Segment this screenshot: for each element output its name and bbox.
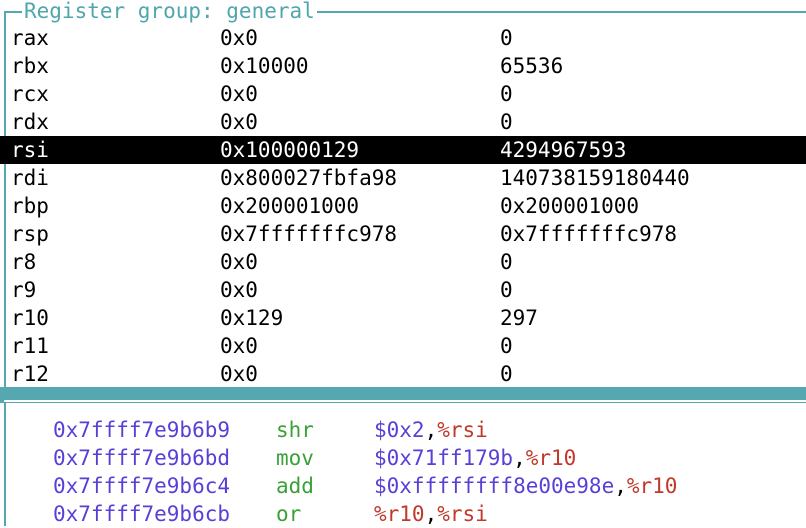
asm-instruction-row[interactable]: 0x7ffff7e9b6cb or %r10,%rsi bbox=[0, 500, 806, 528]
operand-immediate: $0x71ff179b bbox=[374, 446, 514, 470]
asm-instruction-row[interactable]: 0x7ffff7e9b6c4 add $0xffffffff8e00e98e,%r1… bbox=[0, 472, 806, 500]
operand-separator: , bbox=[614, 474, 627, 498]
register-name: r8 bbox=[11, 250, 37, 274]
asm-instruction-row[interactable]: 0x7ffff7e9b6b9 shr $0x2,%rsi bbox=[0, 416, 806, 444]
instruction-mnemonic: mov bbox=[276, 446, 314, 470]
instruction-mnemonic: or bbox=[276, 502, 302, 526]
register-name: rax bbox=[11, 26, 49, 50]
register-name: rbp bbox=[11, 194, 49, 218]
instruction-address: 0x7ffff7e9b6cb bbox=[53, 502, 231, 526]
register-table: rax 0x0 0 rbx 0x10000 65536 rcx 0x0 0 rdx 0x0 0 rsi 0… bbox=[0, 24, 806, 388]
register-hex-value: 0x0 bbox=[220, 110, 258, 134]
operand-immediate: $0x2 bbox=[374, 418, 425, 442]
register-hex-value: 0x0 bbox=[220, 334, 258, 358]
instruction-operands: %r10,%rsi bbox=[374, 500, 488, 528]
operand-register: %r10 bbox=[525, 446, 577, 470]
register-name: r12 bbox=[11, 362, 49, 386]
operand-register: %r10 bbox=[626, 474, 678, 498]
operand-register: %rsi bbox=[437, 418, 488, 442]
operand-separator: , bbox=[513, 446, 526, 470]
operand-separator: , bbox=[424, 418, 438, 442]
register-hex-value: 0x800027fbfa98 bbox=[220, 166, 398, 190]
register-natural-value: 140738159180440 bbox=[500, 166, 690, 190]
register-row[interactable]: rbp 0x200001000 0x200001000 bbox=[0, 192, 806, 220]
register-hex-value: 0x0 bbox=[220, 278, 258, 302]
register-natural-value: 0 bbox=[500, 334, 513, 358]
register-hex-value: 0x0 bbox=[220, 26, 258, 50]
register-natural-value: 0 bbox=[500, 278, 513, 302]
instruction-operands: $0x71ff179b,%r10 bbox=[374, 444, 576, 472]
register-hex-value: 0x7fffffffc978 bbox=[220, 222, 398, 246]
register-natural-value: 0x200001000 bbox=[500, 194, 640, 218]
register-hex-value: 0x200001000 bbox=[220, 194, 360, 218]
register-row[interactable]: rdx 0x0 0 bbox=[0, 108, 806, 136]
register-natural-value: 0 bbox=[500, 250, 513, 274]
register-name: r11 bbox=[11, 334, 49, 358]
register-natural-value: 0 bbox=[500, 110, 513, 134]
register-row[interactable]: rcx 0x0 0 bbox=[0, 80, 806, 108]
instruction-mnemonic: shr bbox=[276, 418, 314, 442]
register-name: rcx bbox=[11, 82, 49, 106]
operand-immediate: $0xffffffff8e00e98e bbox=[374, 474, 615, 498]
register-row[interactable]: r9 0x0 0 bbox=[0, 276, 806, 304]
register-natural-value: 297 bbox=[500, 306, 538, 330]
instruction-address: 0x7ffff7e9b6bd bbox=[53, 446, 231, 470]
separator-inner-line bbox=[4, 400, 806, 402]
register-row[interactable]: rdi 0x800027fbfa98 140738159180440 bbox=[0, 164, 806, 192]
instruction-operands: $0x2,%rsi bbox=[374, 416, 488, 444]
instruction-mnemonic: add bbox=[276, 474, 314, 498]
register-row-selected[interactable]: rsi 0x100000129 4294967593 bbox=[0, 136, 806, 164]
register-natural-value: 0 bbox=[500, 26, 513, 50]
register-name: rsi bbox=[11, 138, 49, 162]
register-hex-value: 0x0 bbox=[220, 82, 258, 106]
register-row[interactable]: rsp 0x7fffffffc978 0x7fffffffc978 bbox=[0, 220, 806, 248]
register-name: rsp bbox=[11, 222, 49, 246]
operand-register: %r10 bbox=[374, 502, 425, 526]
register-hex-value: 0x0 bbox=[220, 250, 258, 274]
register-row[interactable]: rax 0x0 0 bbox=[0, 24, 806, 52]
register-window-title: Register group: general bbox=[22, 0, 317, 23]
register-hex-value: 0x10000 bbox=[220, 54, 309, 78]
asm-instruction-row[interactable]: 0x7ffff7e9b6bd mov $0x71ff179b,%r10 bbox=[0, 444, 806, 472]
register-row[interactable]: r11 0x0 0 bbox=[0, 332, 806, 360]
register-row[interactable]: r8 0x0 0 bbox=[0, 248, 806, 276]
register-name: rdx bbox=[11, 110, 49, 134]
register-name: rdi bbox=[11, 166, 49, 190]
register-name: rbx bbox=[11, 54, 49, 78]
register-natural-value: 0 bbox=[500, 362, 513, 386]
register-natural-value: 65536 bbox=[500, 54, 564, 78]
register-natural-value: 4294967593 bbox=[500, 138, 627, 162]
operand-separator: , bbox=[424, 502, 438, 526]
register-name: r10 bbox=[11, 306, 49, 330]
register-hex-value: 0x0 bbox=[220, 362, 258, 386]
register-hex-value: 0x129 bbox=[220, 306, 284, 330]
operand-register: %rsi bbox=[437, 502, 488, 526]
instruction-operands: $0xffffffff8e00e98e,%r10 bbox=[374, 472, 677, 500]
register-row[interactable]: r12 0x0 0 bbox=[0, 360, 806, 388]
register-natural-value: 0x7fffffffc978 bbox=[500, 222, 678, 246]
instruction-address: 0x7ffff7e9b6c4 bbox=[53, 474, 231, 498]
register-row[interactable]: rbx 0x10000 65536 bbox=[0, 52, 806, 80]
register-name: r9 bbox=[11, 278, 37, 302]
register-row[interactable]: r10 0x129 297 bbox=[0, 304, 806, 332]
register-hex-value: 0x100000129 bbox=[220, 138, 360, 162]
asm-window: 0x7ffff7e9b6b9 shr $0x2,%rsi 0x7ffff7e9b6bd… bbox=[0, 416, 806, 528]
register-natural-value: 0 bbox=[500, 82, 513, 106]
instruction-address: 0x7ffff7e9b6b9 bbox=[53, 418, 231, 442]
